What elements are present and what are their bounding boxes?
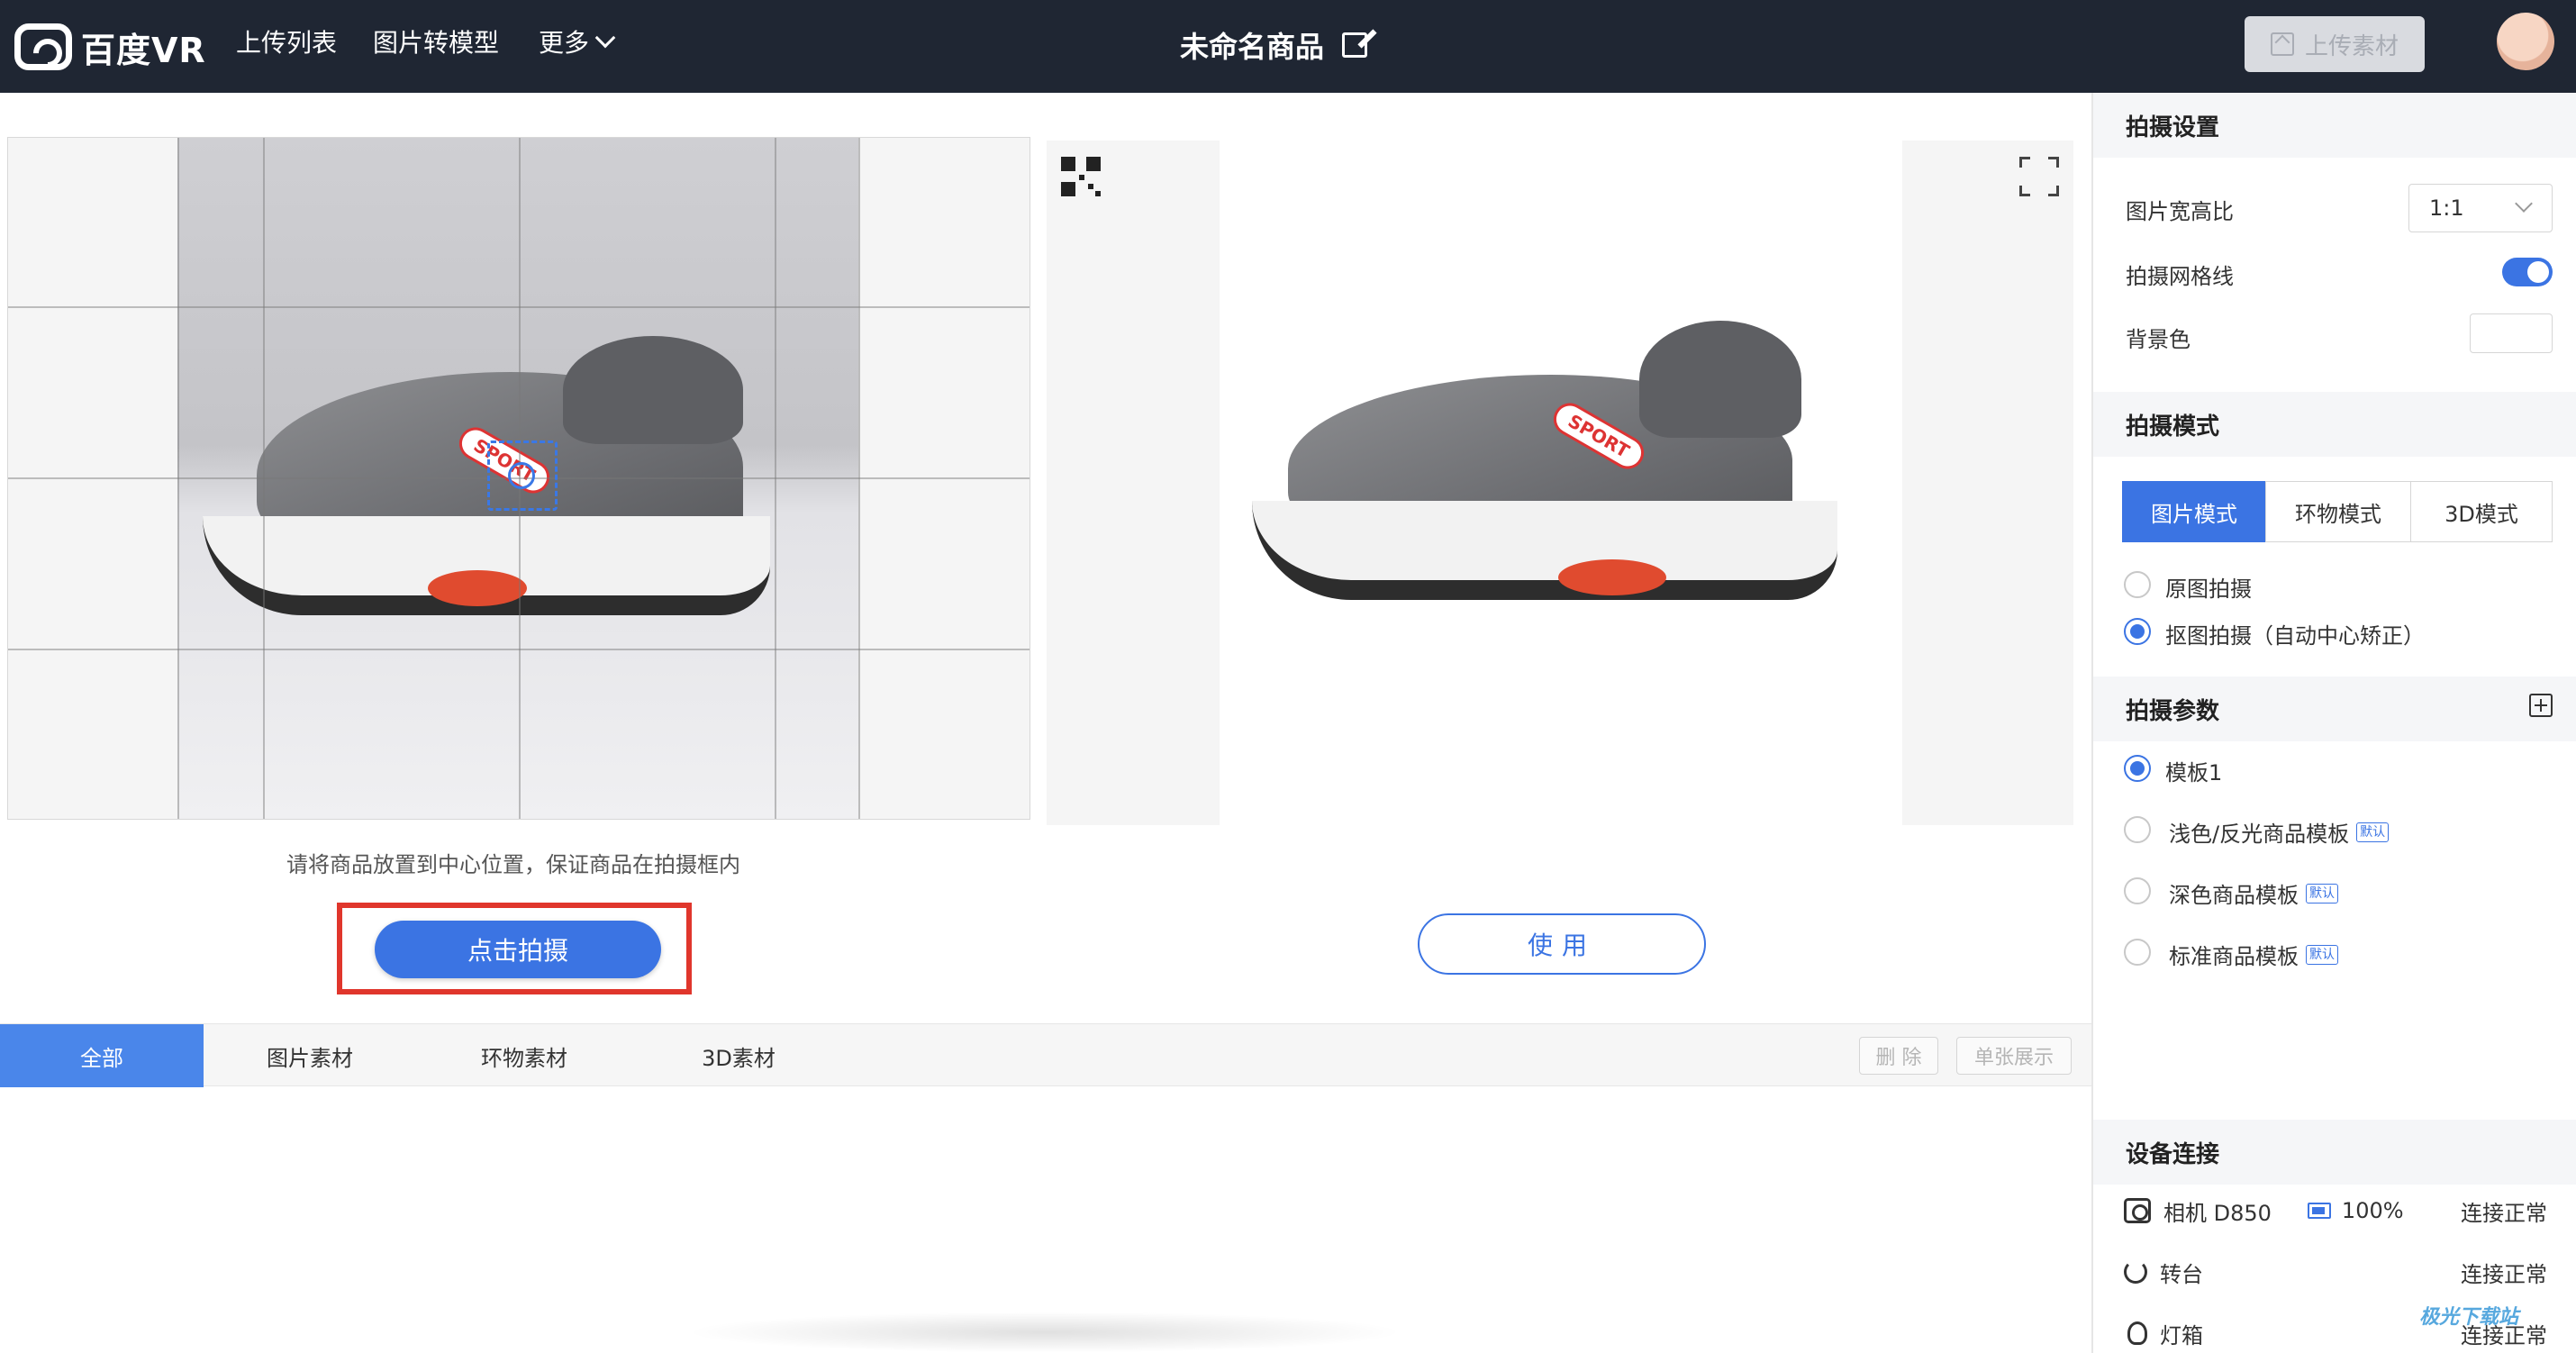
single-view-button[interactable]: 单张展示 (1956, 1037, 2072, 1075)
shoot-mode-title: 拍摄模式 (2093, 392, 2576, 457)
ratio-value: 1:1 (2429, 195, 2464, 221)
default-tag: 默认 (2306, 944, 2338, 965)
chevron-down-icon (594, 27, 616, 49)
preview-strip-right (1902, 141, 2073, 825)
turntable-name: 转台 (2160, 1261, 2203, 1287)
material-tabs: 全部 图片素材 环物素材 3D素材 删 除 单张展示 (0, 1023, 2091, 1087)
logo[interactable]: 百度VR (14, 22, 206, 72)
battery-indicator: 100% (2307, 1198, 2404, 1223)
device-turntable: 转台 连接正常 (2124, 1254, 2547, 1290)
nav-more-label: 更多 (539, 28, 590, 58)
nav-upload-list[interactable]: 上传列表 (236, 23, 337, 59)
top-bar: 百度VR 上传列表 图片转模型 更多 未命名商品 上传素材 (0, 0, 2576, 93)
tab-all[interactable]: 全部 (0, 1024, 204, 1087)
option-original-label: 原图拍摄 (2165, 577, 2252, 602)
shoe-preview-image: SPORT (1252, 321, 1837, 627)
upload-material-button[interactable]: 上传素材 (2245, 16, 2425, 72)
shoot-settings-title: 拍摄设置 (2093, 93, 2576, 158)
mode-object[interactable]: 环物模式 (2265, 481, 2411, 542)
focus-point-icon (508, 462, 535, 489)
preview-strip-left (1047, 141, 1220, 825)
qr-code-icon[interactable] (1061, 157, 1101, 196)
baidu-vr-logo-icon (14, 23, 72, 70)
grid-label: 拍摄网格线 (2126, 264, 2234, 289)
tab-image-material[interactable]: 图片素材 (204, 1024, 416, 1087)
bulb-icon (2127, 1321, 2147, 1345)
turntable-icon (2124, 1260, 2147, 1284)
default-tag: 默认 (2356, 822, 2390, 842)
delete-button[interactable]: 删 除 (1859, 1037, 1938, 1075)
option-cutout-label: 抠图拍摄（自动中心矫正） (2165, 623, 2425, 649)
shoot-button[interactable]: 点击拍摄 (375, 921, 661, 978)
radio-original[interactable] (2124, 571, 2151, 598)
ratio-label: 图片宽高比 (2126, 199, 2234, 224)
radio-cutout[interactable] (2124, 618, 2151, 645)
camera-status: 连接正常 (2461, 1200, 2547, 1226)
avatar[interactable] (2497, 13, 2554, 70)
radio-template-light[interactable] (2124, 816, 2151, 843)
ratio-select[interactable]: 1:1 (2408, 184, 2553, 232)
mode-3d[interactable]: 3D模式 (2410, 481, 2553, 542)
page-title: 未命名商品 (1180, 24, 1368, 66)
add-param-icon[interactable] (2529, 694, 2553, 717)
radio-template-dark[interactable] (2124, 877, 2151, 904)
template-light-label: 浅色/反光商品模板 默认 (2169, 816, 2390, 848)
bg-color-swatch[interactable] (2470, 313, 2553, 353)
radio-template-1[interactable] (2124, 755, 2151, 782)
use-button[interactable]: 使用 (1418, 913, 1706, 975)
template-standard-label: 标准商品模板 默认 (2169, 939, 2338, 970)
bg-color-label: 背景色 (2126, 327, 2191, 352)
devices-title: 设备连接 (2093, 1120, 2576, 1185)
product-name: 未命名商品 (1180, 30, 1325, 64)
chevron-down-icon (2515, 195, 2533, 213)
fullscreen-icon[interactable] (2019, 157, 2059, 196)
grid-toggle[interactable] (2502, 258, 2553, 286)
capture-hint: 请将商品放置到中心位置，保证商品在拍摄框内 (286, 852, 740, 877)
preview-area: SPORT (1047, 141, 2073, 825)
default-tag: 默认 (2306, 883, 2338, 904)
nav-image-to-model[interactable]: 图片转模型 (373, 23, 499, 59)
params-title: 拍摄参数 (2093, 676, 2576, 741)
template-1-label: 模板1 (2165, 760, 2223, 785)
turntable-status: 连接正常 (2461, 1261, 2547, 1287)
nav-more[interactable]: 更多 (539, 23, 616, 59)
upload-label: 上传素材 (2304, 32, 2399, 60)
scroll-shadow (685, 1312, 1405, 1353)
lightbox-name: 灯箱 (2160, 1322, 2203, 1348)
logo-text: 百度VR (81, 30, 206, 70)
camera-viewfinder: SPORT (7, 137, 1030, 820)
watermark: 极光下载站 (2419, 1306, 2519, 1329)
battery-value: 100% (2341, 1198, 2404, 1223)
settings-panel: 拍摄设置 图片宽高比 拍摄网格线 背景色 拍摄模式 拍摄参数 设备连接 (2091, 93, 2576, 1353)
device-camera: 相机 D850 100% 连接正常 (2124, 1193, 2547, 1229)
template-dark-label: 深色商品模板 默认 (2169, 877, 2338, 909)
upload-icon (2270, 32, 2294, 56)
edit-icon[interactable] (1342, 32, 1368, 58)
camera-name: 相机 D850 (2163, 1200, 2272, 1226)
mode-image[interactable]: 图片模式 (2122, 481, 2266, 542)
battery-icon (2307, 1203, 2331, 1219)
radio-template-standard[interactable] (2124, 939, 2151, 966)
tab-object-material[interactable]: 环物素材 (416, 1024, 632, 1087)
tab-3d-material[interactable]: 3D素材 (632, 1024, 845, 1087)
camera-icon (2124, 1198, 2151, 1223)
